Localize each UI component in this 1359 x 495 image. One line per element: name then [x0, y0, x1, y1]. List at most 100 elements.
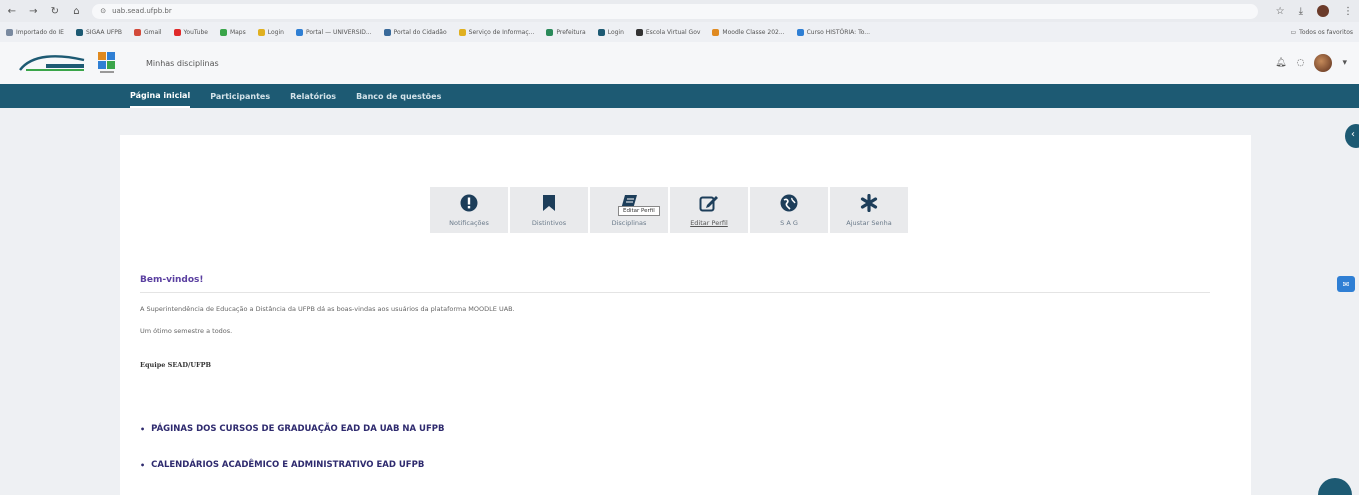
globe-icon [779, 193, 799, 213]
bookmark-item[interactable]: Portal do Cidadão [383, 28, 447, 36]
bookmark-icon [6, 28, 13, 36]
bookmark-item[interactable]: YouTube [173, 28, 208, 36]
folder-icon: ▭ [1290, 28, 1297, 36]
my-courses-link[interactable]: Minhas disciplinas [146, 59, 219, 68]
chat-icon[interactable]: ✉ [1337, 276, 1355, 292]
bookmark-item[interactable]: Login [257, 28, 284, 36]
browser-toolbar: ← → ↻ ⌂ ⊙ uab.sead.ufpb.br ☆ ⤓ ⋮ [0, 0, 1359, 22]
help-button[interactable] [1318, 478, 1352, 495]
tooltip: Editar Perfil [618, 206, 660, 216]
block-drawer-toggle[interactable]: ‹ [1345, 124, 1359, 148]
bookmark-item[interactable]: Moodle Classe 202... [712, 28, 785, 36]
bookmark-label: SIGAA UFPB [85, 28, 123, 36]
bookmark-label: Portal — UNIVERSID... [305, 28, 372, 36]
list-item: • CALENDÁRIOS ACADÊMICO E ADMINISTRATIVO… [140, 460, 424, 470]
bookmark-item[interactable]: Escola Virtual Gov [635, 28, 701, 36]
bookmark-item[interactable]: SIGAA UFPB [75, 28, 123, 36]
bookmark-icon [173, 28, 181, 36]
chevron-left-icon: ‹ [1351, 129, 1355, 140]
bookmark-icon [546, 28, 554, 36]
bookmark-label: Serviço de Informaç... [468, 28, 535, 36]
bookmark-label: Login [267, 28, 284, 36]
bookmark-icon [635, 28, 643, 36]
bookmark-icon [383, 28, 391, 36]
bookmark-icon [75, 28, 83, 36]
quick-link-label: Disciplinas [611, 219, 647, 227]
reload-icon[interactable]: ↻ [49, 6, 61, 17]
bullet-icon: • [140, 424, 146, 434]
sead-logo[interactable] [18, 52, 88, 74]
profile-icon[interactable] [1316, 5, 1329, 17]
team-signature: Equipe SEAD/UFPB [140, 361, 212, 369]
quick-link-label: Notificações [449, 219, 489, 227]
bookmark-icon [257, 28, 265, 36]
edit-icon [699, 193, 719, 213]
list-item: • PÁGINAS DOS CURSOS DE GRADUAÇÃO EAD DA… [140, 424, 444, 434]
divider [140, 292, 1210, 293]
calendars-link[interactable]: CALENDÁRIOS ACADÊMICO E ADMINISTRATIVO E… [151, 460, 424, 470]
user-avatar[interactable] [1314, 54, 1333, 72]
semester-paragraph: Um ótimo semestre a todos. [140, 327, 233, 335]
bookmark-item[interactable]: Serviço de Informaç... [458, 28, 535, 36]
messages-icon[interactable]: ◌ [1297, 58, 1305, 68]
home-icon[interactable]: ⌂ [71, 6, 83, 17]
welcome-paragraph: A Superintendência de Educação a Distânc… [140, 305, 515, 313]
quick-link-badges[interactable]: Distintivos [510, 187, 588, 233]
bookmark-icon [539, 193, 559, 213]
course-pages-link[interactable]: PÁGINAS DOS CURSOS DE GRADUAÇÃO EAD DA U… [151, 424, 444, 434]
bookmark-item[interactable]: Prefeitura [546, 28, 586, 36]
bookmark-label: Moodle Classe 202... [722, 28, 785, 36]
nav-participants[interactable]: Participantes [210, 84, 270, 108]
quick-links: Notificações Distintivos Disciplinas Edi… [430, 187, 908, 233]
bookmark-label: Importado do IE [16, 28, 64, 36]
menu-icon[interactable]: ⋮ [1343, 6, 1353, 17]
url-text: uab.sead.ufpb.br [112, 7, 172, 15]
bookmark-icon [597, 28, 605, 36]
site-info-icon[interactable]: ⊙ [100, 7, 106, 15]
bookmark-icon [796, 28, 804, 36]
nav-reports[interactable]: Relatórios [290, 84, 336, 108]
bookmark-icon [134, 28, 142, 36]
nav-question-bank[interactable]: Banco de questões [356, 84, 441, 108]
notification-bell-icon[interactable]: 🔔︎ [1275, 58, 1286, 68]
forward-icon[interactable]: → [28, 6, 40, 17]
nav-home[interactable]: Página inicial [130, 84, 191, 108]
quick-link-label: Ajustar Senha [846, 219, 892, 227]
welcome-heading: Bem-vindos! [140, 275, 204, 285]
bookmarks-bar: Importado do IE SIGAA UFPB Gmail YouTube… [0, 22, 1359, 42]
asterisk-icon [859, 193, 879, 213]
quick-link-sag[interactable]: S A G [750, 187, 828, 233]
bookmark-label: Escola Virtual Gov [645, 28, 701, 36]
bookmark-icon [219, 28, 227, 36]
bookmark-item[interactable]: Maps [219, 28, 246, 36]
quick-link-label: S A G [780, 219, 798, 227]
chevron-down-icon[interactable]: ▾ [1342, 58, 1347, 68]
bookmark-item[interactable]: Portal — UNIVERSID... [295, 28, 372, 36]
all-bookmarks-label: Todos os favoritos [1299, 28, 1353, 36]
quick-link-change-password[interactable]: Ajustar Senha [830, 187, 908, 233]
bookmark-item[interactable]: Curso HISTÓRIA: To... [796, 28, 871, 36]
bookmark-item[interactable]: Importado do IE [6, 28, 64, 36]
back-icon[interactable]: ← [6, 6, 18, 17]
bookmark-label: Login [607, 28, 624, 36]
all-bookmarks[interactable]: ▭ Todos os favoritos [1291, 29, 1354, 36]
quick-link-edit-profile[interactable]: Editar Perfil [670, 187, 748, 233]
bookmark-label: Prefeitura [556, 28, 586, 36]
bullet-icon: • [140, 460, 146, 470]
bookmark-item[interactable]: Login [597, 28, 624, 36]
bookmark-icon [712, 28, 720, 36]
main-content: Notificações Distintivos Disciplinas Edi… [120, 135, 1251, 495]
uab-logo[interactable] [96, 50, 118, 76]
quick-link-notifications[interactable]: Notificações [430, 187, 508, 233]
address-bar[interactable]: ⊙ uab.sead.ufpb.br [92, 3, 1258, 19]
bookmark-item[interactable]: Gmail [134, 28, 162, 36]
bookmark-label: Curso HISTÓRIA: To... [806, 28, 871, 36]
bookmark-label: Gmail [144, 28, 162, 36]
bookmark-icon [458, 28, 466, 36]
star-icon[interactable]: ☆ [1276, 6, 1285, 17]
bookmark-icon [295, 28, 303, 36]
bookmark-label: Portal do Cidadão [393, 28, 447, 36]
primary-navigation: Página inicial Participantes Relatórios … [0, 84, 1359, 108]
bookmark-label: Maps [229, 28, 246, 36]
download-icon[interactable]: ⤓ [1299, 6, 1303, 17]
